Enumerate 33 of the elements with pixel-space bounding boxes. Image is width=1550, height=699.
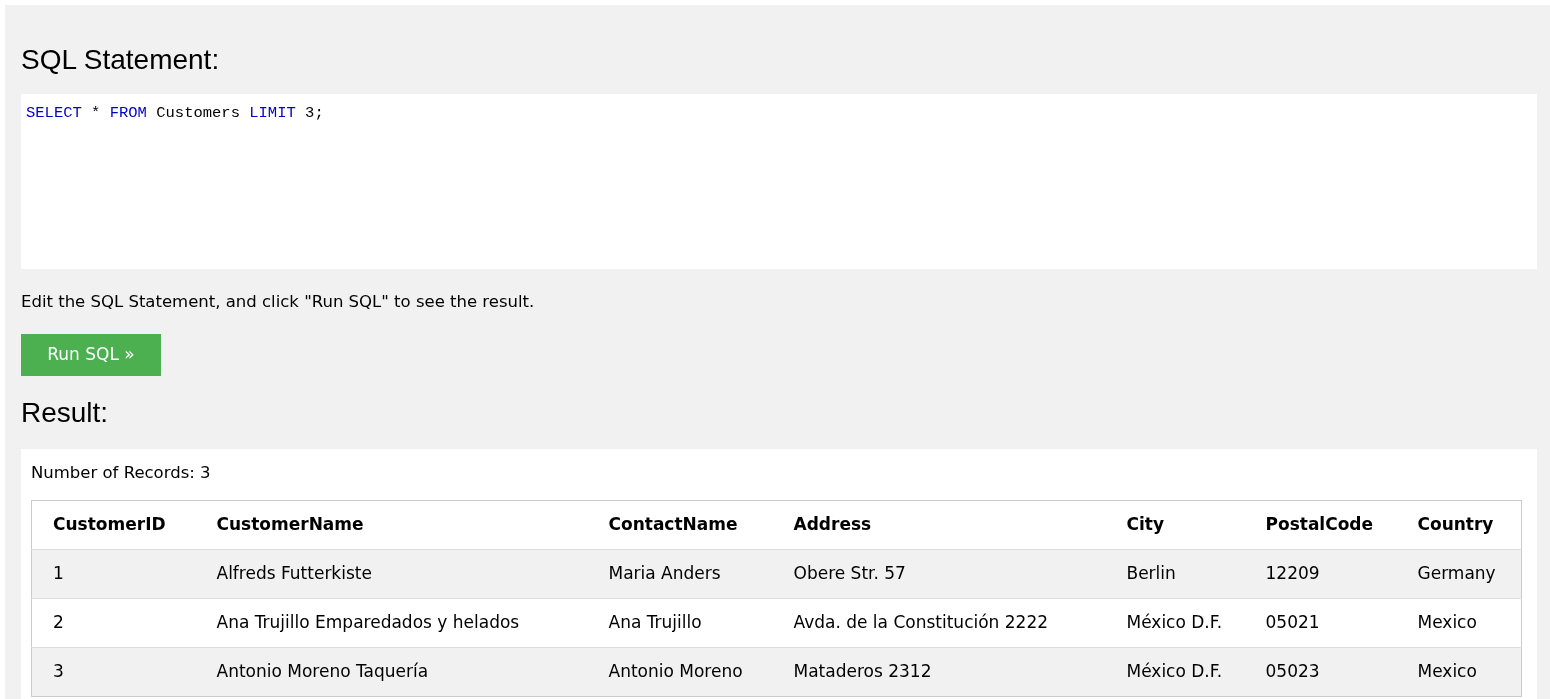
section-title: Result:	[21, 396, 109, 430]
table-cell: México D.F.	[1105, 647, 1245, 697]
table-cell: Germany	[1396, 549, 1522, 599]
section-title: SQL Statement:	[21, 43, 220, 77]
column-header: CustomerName	[195, 500, 588, 550]
instruction-text: Edit the SQL Statement, and click "Run SQL" to see the result.	[21, 291, 535, 313]
sql-editor[interactable]: SELECT * FROM Customers LIMIT 3;	[21, 94, 1537, 269]
column-header: City	[1105, 500, 1245, 550]
column-header: PostalCode	[1244, 500, 1397, 550]
table-cell: 1	[31, 549, 196, 599]
table-cell: 3	[31, 647, 196, 697]
table-cell: Alfreds Futterkiste	[195, 549, 588, 599]
table-cell: Mexico	[1396, 647, 1522, 697]
table-cell: Antonio Moreno Taquería	[195, 647, 588, 697]
table-cell: Maria Anders	[587, 549, 773, 599]
column-header: CustomerID	[31, 500, 196, 550]
table-cell: Obere Str. 57	[772, 549, 1106, 599]
table-cell: Ana Trujillo	[587, 598, 773, 648]
table-cell: Mataderos 2312	[772, 647, 1106, 697]
table-cell: 12209	[1244, 549, 1397, 599]
table-cell: México D.F.	[1105, 598, 1245, 648]
table-cell: Avda. de la Constitución 2222	[772, 598, 1106, 648]
record-count: Number of Records: 3	[31, 462, 211, 484]
table-cell: 05021	[1244, 598, 1397, 648]
column-header: Country	[1396, 500, 1522, 550]
table-cell: Mexico	[1396, 598, 1522, 648]
table-cell: Ana Trujillo Emparedados y helados	[195, 598, 588, 648]
column-header: Address	[772, 500, 1106, 550]
table-cell: Berlin	[1105, 549, 1245, 599]
table-cell: 2	[31, 598, 196, 648]
table-cell: 05023	[1244, 647, 1397, 697]
column-header: ContactName	[587, 500, 773, 550]
table-cell: Antonio Moreno	[587, 647, 773, 697]
